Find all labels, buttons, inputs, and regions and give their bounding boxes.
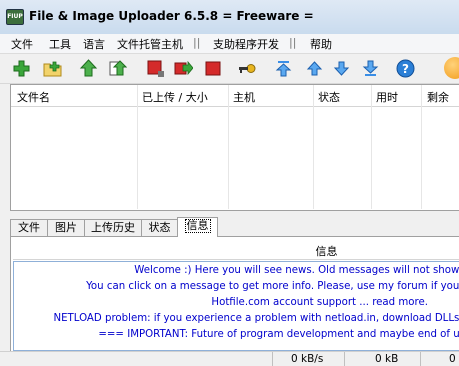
upload-icon[interactable] bbox=[79, 59, 98, 78]
menu-language[interactable]: 语言 bbox=[83, 36, 105, 52]
retry-icon[interactable] bbox=[174, 59, 193, 78]
status-speed: 0 kB/s bbox=[291, 353, 323, 365]
move-top-icon[interactable] bbox=[274, 59, 293, 78]
column-filename[interactable]: 文件名 bbox=[17, 89, 50, 105]
news-item[interactable]: === IMPORTANT: Future of program develop… bbox=[98, 329, 459, 340]
tab-status[interactable]: 状态 bbox=[141, 219, 178, 236]
stop-icon[interactable] bbox=[146, 59, 165, 78]
add-icon[interactable] bbox=[12, 59, 31, 78]
news-item[interactable]: You can click on a message to get more i… bbox=[86, 281, 459, 292]
move-up-icon[interactable] bbox=[305, 59, 324, 78]
column-divider bbox=[371, 85, 372, 209]
news-item[interactable]: Welcome :) Here you will see news. Old m… bbox=[134, 265, 459, 276]
status-separator bbox=[420, 352, 421, 366]
column-divider bbox=[228, 85, 229, 209]
info-column-header[interactable]: 信息 bbox=[13, 243, 459, 259]
tab-upload-history[interactable]: 上传历史 bbox=[84, 219, 142, 236]
tab-bar: 文件 图片 上传历史 状态 信息 bbox=[10, 217, 459, 236]
key-icon[interactable] bbox=[238, 59, 257, 78]
move-down-icon[interactable] bbox=[332, 59, 351, 78]
window-title: File & Image Uploader 6.5.8 = Freeware = bbox=[29, 9, 314, 23]
column-divider bbox=[421, 85, 422, 209]
menu-separator: || bbox=[289, 36, 296, 49]
info-panel-header: 信息 bbox=[13, 240, 459, 260]
menu-file[interactable]: 文件 bbox=[11, 36, 33, 52]
menu-file-hosts[interactable]: 文件托管主机 bbox=[117, 36, 183, 52]
column-remaining[interactable]: 剩余 bbox=[427, 89, 449, 105]
column-divider bbox=[137, 85, 138, 209]
move-bottom-icon[interactable] bbox=[361, 59, 380, 78]
menu-tools[interactable]: 工具 bbox=[49, 36, 71, 52]
status-separator bbox=[272, 352, 273, 366]
column-divider bbox=[313, 85, 314, 209]
upload-all-icon[interactable] bbox=[108, 59, 127, 78]
column-uploaded-size[interactable]: 已上传 / 大小 bbox=[142, 89, 208, 105]
tab-info[interactable]: 信息 bbox=[177, 217, 218, 237]
status-extra: 0 bbox=[449, 353, 456, 365]
column-elapsed[interactable]: 用时 bbox=[376, 89, 398, 105]
menu-separator: || bbox=[193, 36, 200, 49]
help-icon[interactable]: ? bbox=[396, 59, 415, 78]
add-folder-icon[interactable] bbox=[43, 59, 62, 78]
upload-list[interactable]: 文件名 已上传 / 大小 主机 状态 用时 剩余 bbox=[10, 84, 459, 211]
app-icon[interactable]: FIUP bbox=[6, 9, 24, 25]
column-status[interactable]: 状态 bbox=[318, 89, 340, 105]
tab-images[interactable]: 图片 bbox=[47, 219, 85, 236]
tab-info-label: 信息 bbox=[185, 219, 211, 233]
upload-list-header: 文件名 已上传 / 大小 主机 状态 用时 剩余 bbox=[11, 85, 459, 107]
menu-help[interactable]: 帮助 bbox=[310, 36, 332, 52]
toolbar: ? bbox=[0, 54, 459, 84]
stop-all-icon[interactable] bbox=[204, 59, 223, 78]
info-panel: 信息 Welcome :) Here you will see news. Ol… bbox=[10, 236, 459, 352]
column-host[interactable]: 主机 bbox=[233, 89, 255, 105]
status-size: 0 kB bbox=[375, 353, 398, 365]
menu-support-development[interactable]: 支助程序开发 bbox=[213, 36, 279, 52]
svg-text:?: ? bbox=[402, 62, 409, 76]
title-bar: FIUP File & Image Uploader 6.5.8 = Freew… bbox=[0, 0, 459, 34]
news-item[interactable]: NETLOAD problem: if you experience a pro… bbox=[54, 313, 459, 324]
news-item[interactable]: Hotfile.com account support ... read mor… bbox=[211, 297, 428, 308]
menu-bar: 文件 工具 语言 文件托管主机 || 支助程序开发 || 帮助 bbox=[0, 34, 459, 54]
tab-files[interactable]: 文件 bbox=[10, 219, 48, 236]
status-separator bbox=[344, 352, 345, 366]
orange-ball-icon[interactable] bbox=[444, 57, 459, 79]
status-bar: 0 kB/s 0 kB 0 bbox=[0, 351, 459, 366]
news-list[interactable]: Welcome :) Here you will see news. Old m… bbox=[13, 261, 459, 351]
